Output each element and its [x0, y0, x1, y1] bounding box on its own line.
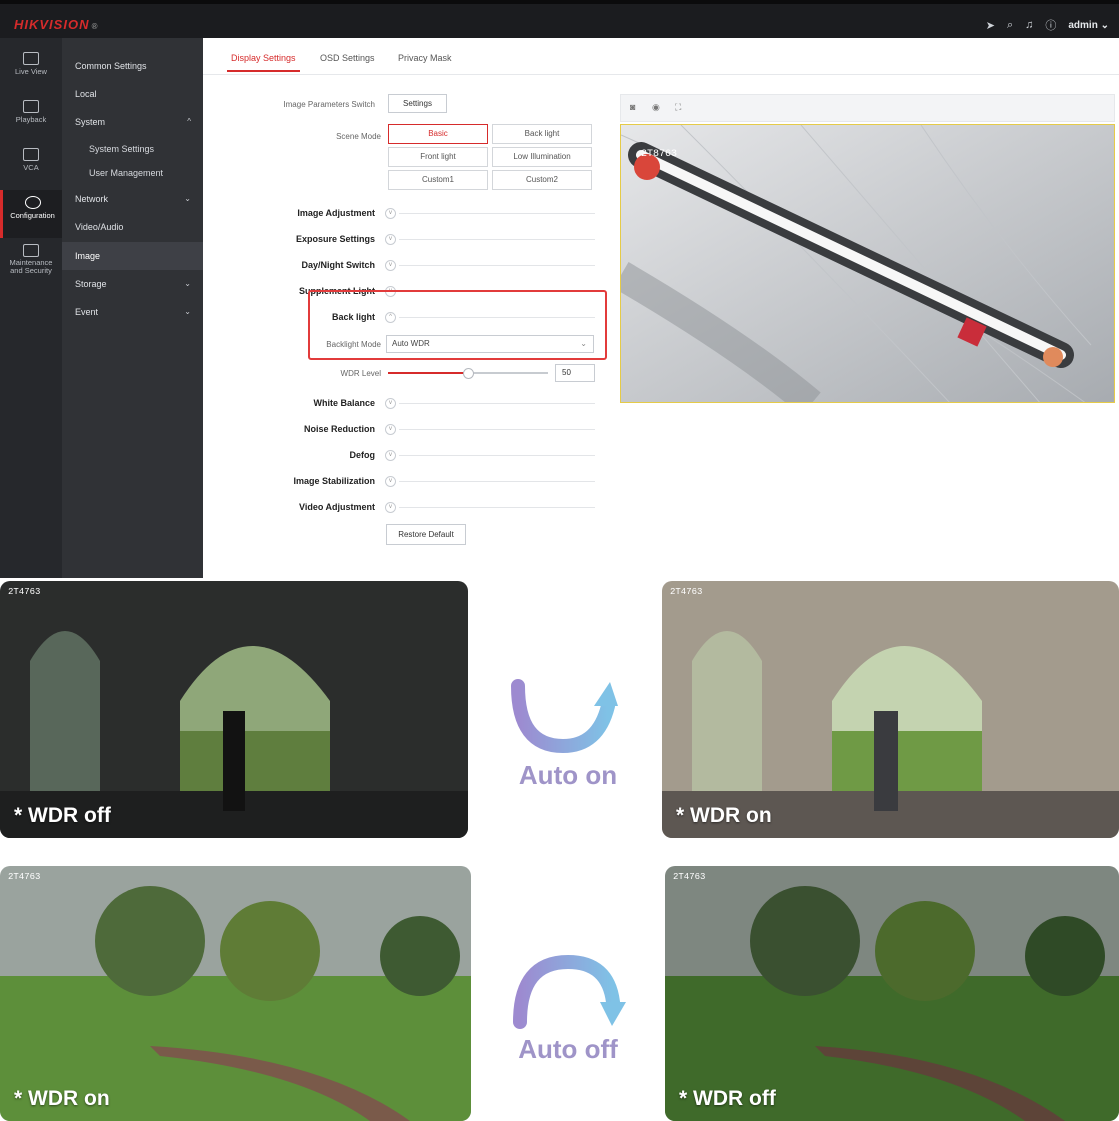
curved-arrow-icon — [511, 679, 618, 754]
photo-id: 2T4763 — [8, 587, 41, 597]
nav-vca[interactable]: VCA — [0, 142, 62, 190]
chevron-down-icon: ⌄ — [184, 194, 191, 203]
photo-caption: * WDR off — [679, 1087, 776, 1110]
comparison-photo-wdr-on-indoor: 2T4763 * WDR on — [662, 581, 1119, 838]
photo-id: 2T4763 — [673, 872, 706, 882]
camera-icon[interactable]: ◙ — [630, 102, 635, 112]
preview-image: 2T8763 — [620, 124, 1115, 403]
transition-label-auto-off: Auto off — [518, 1034, 618, 1064]
slider-handle[interactable] — [463, 368, 474, 379]
config-menu: Common Settings Local System ^ System Set… — [62, 38, 203, 578]
image-param-settings-button[interactable]: Settings — [388, 94, 447, 113]
tab-bar: Display Settings OSD Settings Privacy Ma… — [203, 38, 1119, 75]
section-video-adjustment[interactable]: Video Adjustment v — [203, 500, 623, 516]
tab-privacy-mask[interactable]: Privacy Mask — [398, 53, 452, 63]
expand-icon: v — [385, 476, 396, 487]
expand-icon: v — [385, 234, 396, 245]
restore-default-button[interactable]: Restore Default — [386, 524, 466, 545]
scene-custom1[interactable]: Custom1 — [388, 170, 488, 190]
transition-label-auto-on: Auto on — [518, 760, 618, 790]
info-icon[interactable]: ⓘ — [1045, 17, 1056, 33]
grid-icon — [23, 148, 39, 161]
section-noise-reduction[interactable]: Noise Reduction v — [203, 422, 623, 438]
photo-id: 2T4763 — [8, 872, 41, 882]
section-defog[interactable]: Defog v — [203, 448, 623, 464]
chevron-down-icon: ⌄ — [184, 307, 191, 316]
osd-camera-id: 2T8763 — [641, 149, 678, 160]
menu-image[interactable]: Image — [62, 242, 203, 270]
photo-caption: * WDR on — [676, 804, 772, 827]
tab-osd-settings[interactable]: OSD Settings — [320, 53, 375, 63]
garden-scene-bright — [0, 866, 471, 1121]
menu-common-settings[interactable]: Common Settings — [62, 53, 203, 79]
expand-icon: v — [385, 398, 396, 409]
scene-back-light[interactable]: Back light — [492, 124, 592, 144]
garden-scene-dim — [665, 866, 1119, 1121]
primary-nav: Live View Playback VCA Configuration Mai… — [0, 38, 62, 578]
expand-icon: v — [385, 450, 396, 461]
scene-low-illumination[interactable]: Low Illumination — [492, 147, 592, 167]
wdr-level-input[interactable]: 50 — [555, 364, 595, 382]
preview-scene — [621, 125, 1114, 402]
nav-playback[interactable]: Playback — [0, 94, 62, 142]
preview-toolbar: ◙ ◉ ⛶ — [620, 94, 1115, 122]
fullscreen-icon[interactable]: ⛶ — [675, 102, 681, 113]
comparison-photo-wdr-off-indoor: 2T4763 * WDR off — [0, 581, 468, 838]
wdr-level-slider[interactable] — [388, 368, 548, 379]
menu-event[interactable]: Event ⌄ — [62, 299, 203, 325]
main-content: Display Settings OSD Settings Privacy Ma… — [203, 38, 1119, 578]
wrench-icon — [23, 244, 39, 257]
backlight-mode-select[interactable]: Auto WDR ⌄ — [386, 335, 594, 353]
wdr-level-label: WDR Level — [340, 369, 381, 378]
nav-live-view[interactable]: Live View — [0, 46, 62, 94]
expand-icon: v — [385, 208, 396, 219]
scene-mode-label: Scene Mode — [336, 132, 381, 141]
hikvision-logo: HIKVISION ® — [14, 17, 99, 32]
scene-front-light[interactable]: Front light — [388, 147, 488, 167]
section-white-balance[interactable]: White Balance v — [203, 396, 623, 412]
section-day-night-switch[interactable]: Day/Night Switch v — [203, 258, 623, 274]
monitor-icon — [23, 52, 39, 65]
live-preview: ◙ ◉ ⛶ 2T8763 — [620, 94, 1115, 409]
nav-maintenance[interactable]: Maintenance and Security — [0, 238, 62, 286]
indoor-scene-balanced — [662, 581, 1119, 838]
photo-caption: * WDR off — [14, 804, 111, 827]
chevron-down-icon: ⌄ — [580, 339, 587, 348]
curved-arrow-icon — [513, 954, 626, 1029]
expand-icon: v — [385, 424, 396, 435]
menu-storage[interactable]: Storage ⌄ — [62, 271, 203, 297]
comparison-photo-wdr-off-garden: 2T4763 * WDR off — [665, 866, 1119, 1121]
menu-system[interactable]: System ^ — [62, 109, 203, 135]
menu-user-management[interactable]: User Management — [62, 160, 203, 186]
user-menu[interactable]: admin ⌄ — [1068, 20, 1109, 31]
chevron-up-icon: ^ — [187, 117, 191, 126]
backlight-mode-label: Backlight Mode — [326, 340, 381, 349]
search-icon[interactable]: ⌕ — [1007, 19, 1013, 32]
scene-custom2[interactable]: Custom2 — [492, 170, 592, 190]
menu-video-audio[interactable]: Video/Audio — [62, 214, 203, 240]
nav-configuration[interactable]: Configuration — [0, 190, 62, 238]
comparison-photo-wdr-on-garden: 2T4763 * WDR on — [0, 866, 471, 1121]
chevron-down-icon: ⌄ — [184, 279, 191, 288]
indoor-scene-dark — [0, 581, 468, 838]
image-param-label: Image Parameters Switch — [283, 100, 375, 109]
playback-icon — [23, 100, 39, 113]
section-exposure-settings[interactable]: Exposure Settings v — [203, 232, 623, 248]
section-image-stabilization[interactable]: Image Stabilization v — [203, 474, 623, 490]
scene-basic[interactable]: Basic — [388, 124, 488, 144]
bell-icon[interactable]: ♫ — [1025, 19, 1033, 31]
top-bar: HIKVISION ® ➤ ⌕ ♫ ⓘ admin ⌄ — [0, 0, 1119, 38]
gear-icon — [24, 196, 41, 209]
send-icon[interactable]: ➤ — [986, 19, 995, 32]
section-image-adjustment[interactable]: Image Adjustment v — [203, 206, 623, 222]
photo-caption: * WDR on — [14, 1087, 110, 1110]
expand-icon: v — [385, 260, 396, 271]
expand-icon: v — [385, 502, 396, 513]
menu-network[interactable]: Network ⌄ — [62, 186, 203, 212]
record-icon[interactable]: ◉ — [652, 102, 660, 113]
menu-local[interactable]: Local — [62, 81, 203, 107]
photo-id: 2T4763 — [670, 587, 703, 597]
tab-display-settings[interactable]: Display Settings — [227, 53, 300, 72]
menu-system-settings[interactable]: System Settings — [62, 136, 203, 162]
